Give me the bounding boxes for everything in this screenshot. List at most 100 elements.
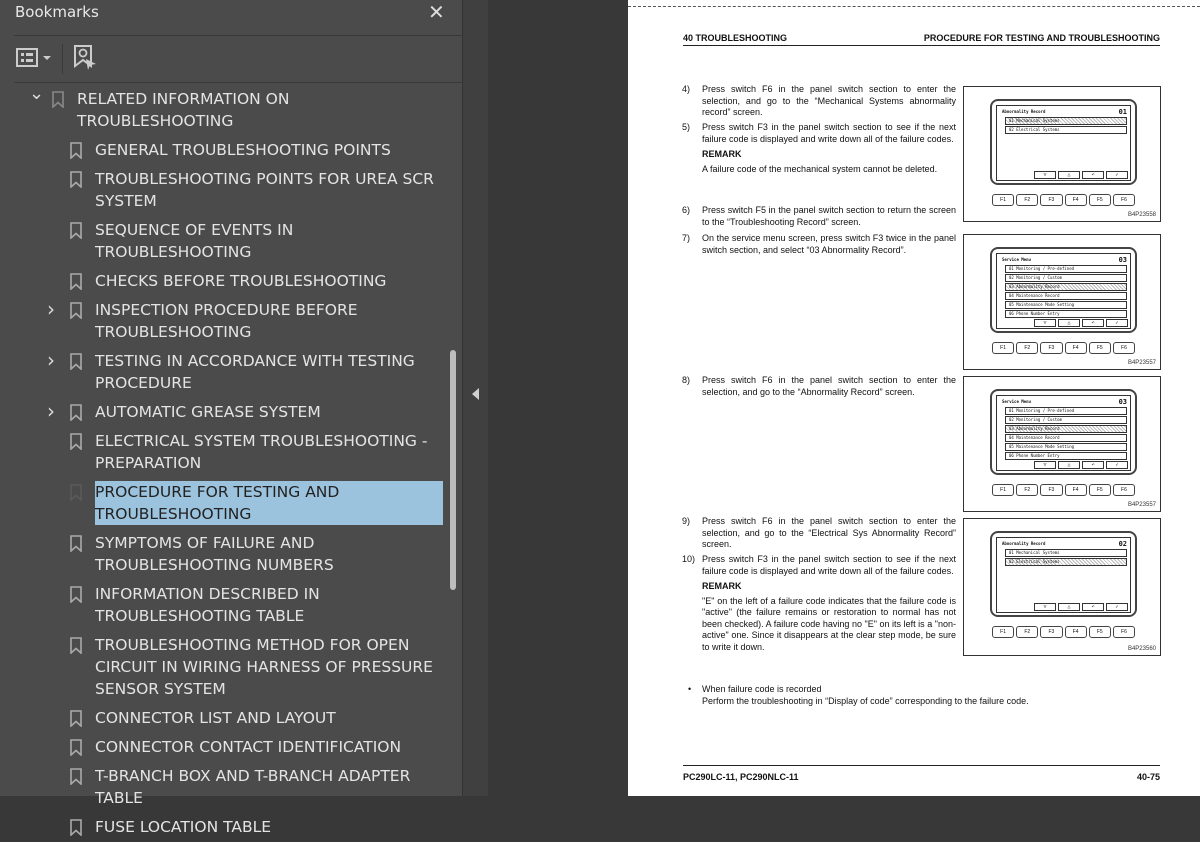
bookmark-item[interactable]: CONNECTOR LIST AND LAYOUT — [0, 704, 445, 733]
pdf-page: 40 TROUBLESHOOTING PROCEDURE FOR TESTING… — [628, 0, 1200, 796]
soft-key: ↶ — [1082, 319, 1104, 327]
bookmark-item[interactable]: GENERAL TROUBLESHOOTING POINTS — [0, 136, 445, 165]
screen-title: Service Menu — [1002, 257, 1031, 262]
function-key: F3 — [1040, 626, 1063, 638]
function-key: F3 — [1040, 194, 1063, 206]
step-number: 10) — [682, 554, 696, 564]
bookmark-icon — [70, 302, 82, 320]
figure-caption: B4P23560 — [1127, 646, 1156, 652]
function-key: F5 — [1088, 484, 1111, 496]
monitor-frame: Abnormality Record 02 01 Mechanical System… — [990, 531, 1137, 617]
chevron-down-icon[interactable]: ⌄ — [29, 85, 44, 110]
bookmark-label: RELATED INFORMATION ON TROUBLESHOOTING — [77, 90, 290, 130]
bookmark-label: CONNECTOR CONTACT IDENTIFICATION — [95, 738, 402, 756]
header-right: PROCEDURE FOR TESTING AND TROUBLESHOOTIN… — [923, 33, 1160, 43]
bookmark-item[interactable]: TROUBLESHOOTING POINTS FOR UREA SCR SYST… — [0, 165, 445, 216]
bookmark-icon — [52, 91, 64, 109]
bookmark-label: SYMPTOMS OF FAILURE AND TROUBLESHOOTING … — [95, 534, 334, 574]
monitor-figure: Abnormality Record 01 01 Mechanical System… — [963, 86, 1161, 222]
bookmark-item[interactable]: CHECKS BEFORE TROUBLESHOOTING — [0, 267, 445, 296]
step-text: When failure code is recorded — [702, 684, 822, 694]
footer-left: PC290LC-11, PC290NLC-11 — [683, 772, 799, 782]
step-number: 4) — [682, 84, 691, 94]
soft-key: △ — [1058, 319, 1080, 327]
soft-key: △ — [1058, 171, 1080, 179]
screen-title: Service Menu — [1002, 399, 1031, 404]
bookmark-icon — [70, 142, 82, 160]
chevron-right-icon[interactable]: › — [47, 299, 61, 321]
bookmark-item[interactable]: INFORMATION DESCRIBED IN TROUBLESHOOTING… — [0, 580, 445, 631]
function-keys: F1 F2 F3 F4 F5 F6 — [990, 186, 1137, 210]
monitor-screen: Service Menu 03 01 Monitoring / Pre-define… — [996, 253, 1131, 329]
bookmark-options-icon[interactable] — [16, 44, 56, 72]
function-key: F2 — [1016, 194, 1039, 206]
soft-keys: ▽ △ ↶ ✓ — [1034, 461, 1128, 469]
bookmark-icon — [70, 484, 82, 502]
bookmark-item[interactable]: PROCEDURE FOR TESTING AND TROUBLESHOOTIN… — [0, 478, 445, 529]
find-current-bookmark-icon[interactable] — [72, 44, 100, 72]
bookmark-label: T-BRANCH BOX AND T-BRANCH ADAPTER TABLE — [95, 767, 411, 807]
function-key: F5 — [1088, 194, 1111, 206]
monitor-frame: Service Menu 03 01 Monitoring / Pre-define… — [990, 389, 1137, 475]
footer-right: 40-75 — [1136, 772, 1160, 782]
figure-caption: B4P23557 — [1127, 502, 1156, 508]
soft-keys: ▽ △ ↶ ✓ — [1034, 319, 1128, 327]
close-icon[interactable]: ✕ — [428, 0, 445, 24]
bookmark-item[interactable]: ⌄ RELATED INFORMATION ON TROUBLESHOOTING — [0, 85, 445, 136]
step-text: Press switch F6 in the panel switch sect… — [702, 375, 956, 397]
soft-key: ▽ — [1034, 319, 1056, 327]
screen-number: 01 — [1118, 108, 1127, 116]
bookmark-item[interactable]: FUSE LOCATION TABLE — [0, 813, 445, 842]
bookmark-label: INSPECTION PROCEDURE BEFORE TROUBLESHOOT… — [95, 301, 358, 341]
menu-item: 02 Electrical Systems — [1005, 558, 1127, 566]
menu-item: 01 Monitoring / Pre-defined — [1005, 407, 1127, 415]
menu-item: 06 Phone Number Entry — [1005, 452, 1127, 460]
bookmark-icon — [70, 535, 82, 553]
screen-number: 03 — [1118, 398, 1127, 406]
collapse-panel-arrow-icon[interactable] — [472, 388, 479, 400]
bookmark-item[interactable]: › TESTING IN ACCORDANCE WITH TESTING PROC… — [0, 347, 445, 398]
bookmarks-panel: Bookmarks ✕ ⌄ RELATED INFORMATION ON TROU… — [0, 0, 462, 837]
function-key: F6 — [1112, 626, 1136, 638]
soft-key: ✓ — [1106, 603, 1128, 611]
bookmark-item[interactable]: › INSPECTION PROCEDURE BEFORE TROUBLESHOO… — [0, 296, 445, 347]
bookmark-item[interactable]: TROUBLESHOOTING METHOD FOR OPEN CIRCUIT … — [0, 631, 445, 704]
panel-splitter[interactable] — [462, 0, 488, 796]
bookmark-icon — [70, 404, 82, 422]
bookmark-item[interactable]: SEQUENCE OF EVENTS IN TROUBLESHOOTING — [0, 216, 445, 267]
divider — [14, 82, 462, 83]
function-key: F1 — [992, 626, 1015, 638]
step-number: 9) — [682, 516, 691, 526]
step-text: Press switch F3 in the panel switch sect… — [702, 122, 956, 144]
bookmark-item[interactable]: › AUTOMATIC GREASE SYSTEM — [0, 398, 445, 427]
bookmark-item[interactable]: T-BRANCH BOX AND T-BRANCH ADAPTER TABLE — [0, 762, 445, 813]
bookmark-item[interactable]: SYMPTOMS OF FAILURE AND TROUBLESHOOTING … — [0, 529, 445, 580]
chevron-right-icon[interactable]: › — [47, 350, 61, 372]
chevron-right-icon[interactable]: › — [47, 401, 61, 423]
soft-key: △ — [1058, 461, 1080, 469]
figure-caption: B4P23558 — [1127, 212, 1156, 218]
bookmark-label: ELECTRICAL SYSTEM TROUBLESHOOTING - PREP… — [95, 432, 428, 472]
step-number: • — [688, 684, 692, 694]
menu-item: 02 Electrical Systems — [1005, 126, 1127, 134]
panel-title: Bookmarks — [15, 3, 99, 21]
toolbar-divider — [62, 44, 63, 74]
page-break — [628, 6, 1200, 7]
instruction-step: • When failure code is recorded Perform th… — [688, 684, 1062, 707]
bookmark-icon — [70, 273, 82, 291]
function-key: F1 — [992, 194, 1015, 206]
bookmark-icon — [70, 353, 82, 371]
scrollbar-thumb[interactable] — [450, 350, 456, 590]
monitor-screen: Service Menu 03 01 Monitoring / Pre-define… — [996, 395, 1131, 471]
soft-key: ▽ — [1034, 603, 1056, 611]
menu-item: 06 Phone Number Entry — [1005, 310, 1127, 318]
remark-heading: REMARK — [702, 149, 742, 159]
bookmark-icon — [70, 222, 82, 240]
instruction-step: 10) Press switch F3 in the panel switch s… — [682, 554, 956, 653]
bookmark-item[interactable]: ELECTRICAL SYSTEM TROUBLESHOOTING - PREP… — [0, 427, 445, 478]
bookmark-label: INFORMATION DESCRIBED IN TROUBLESHOOTING… — [95, 585, 320, 625]
bookmark-item[interactable]: CONNECTOR CONTACT IDENTIFICATION — [0, 733, 445, 762]
scrollbar[interactable] — [450, 90, 456, 796]
instruction-step: 4) Press switch F6 in the panel switch se… — [682, 84, 956, 119]
menu-item: 04 Maintenance Record — [1005, 434, 1127, 442]
